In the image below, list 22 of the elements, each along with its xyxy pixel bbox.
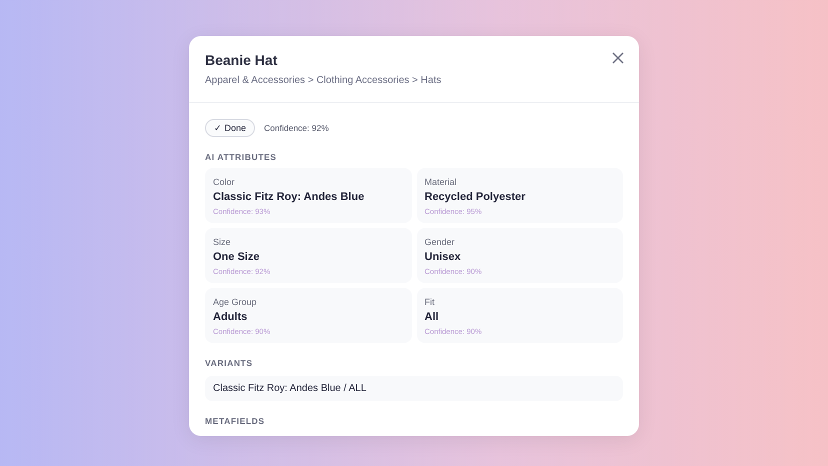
variant-row: Classic Fitz Roy: Andes Blue / ALL: [205, 376, 623, 401]
close-icon: [611, 51, 625, 65]
attribute-value: Recycled Polyester: [424, 191, 526, 203]
section-heading: METAFIELDS: [205, 416, 266, 426]
attribute-value: One Size: [213, 251, 260, 263]
overall-confidence: Confidence: 92%: [264, 123, 329, 133]
close-button[interactable]: [611, 51, 625, 65]
attribute-label: Material: [424, 177, 458, 187]
section-heading: AI ATTRIBUTES: [205, 152, 278, 162]
product-title: Beanie Hat: [205, 52, 278, 68]
attribute-label: Fit: [424, 297, 436, 307]
breadcrumb: Apparel & Accessories > Clothing Accessories > Hats: [205, 75, 442, 86]
attribute-label: Age Group: [213, 297, 258, 307]
attribute-label: Gender: [424, 237, 456, 247]
section-heading: VARIANTS: [205, 358, 254, 368]
attribute-label: Size: [213, 237, 232, 247]
attribute-label: Color: [213, 177, 236, 187]
attribute-value: Unisex: [424, 251, 462, 263]
attribute-value: Classic Fitz Roy: Andes Blue: [213, 191, 366, 203]
attribute-value: All: [424, 311, 440, 323]
attribute-value: Adults: [213, 311, 248, 323]
status-badge: ✓ Done: [205, 119, 256, 137]
